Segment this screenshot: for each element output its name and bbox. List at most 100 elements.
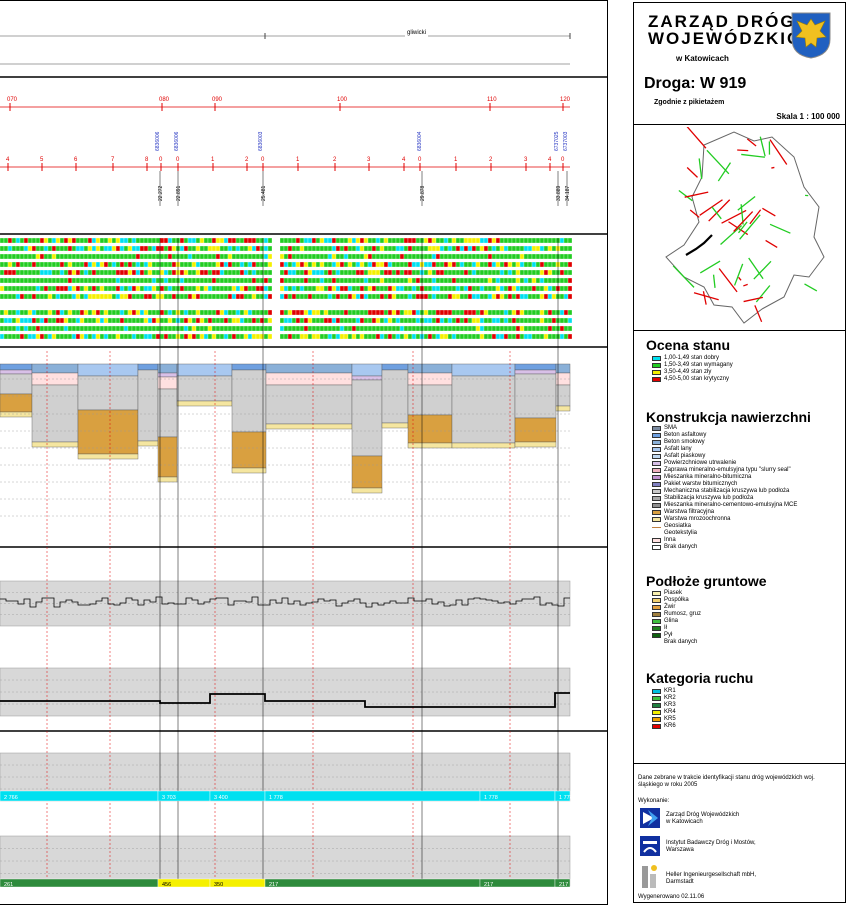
condition-cell	[315, 293, 321, 300]
condition-cell	[215, 237, 221, 244]
condition-cell	[475, 333, 481, 340]
condition-cell	[539, 293, 545, 300]
condition-cell	[263, 293, 269, 300]
condition-cell	[151, 253, 157, 260]
condition-cell	[323, 333, 329, 340]
condition-cell	[507, 285, 513, 292]
condition-cell	[227, 253, 233, 260]
construction-legend-item: Beton asfaltowy	[652, 432, 797, 439]
condition-cell	[287, 261, 293, 268]
condition-cell	[11, 309, 17, 316]
condition-cell	[87, 237, 93, 244]
condition-cell	[371, 317, 377, 324]
condition-cell	[163, 245, 169, 252]
condition-cell	[247, 285, 253, 292]
condition-cell	[499, 317, 505, 324]
condition-cell	[539, 317, 545, 324]
condition-cell	[327, 285, 333, 292]
condition-cell	[367, 309, 373, 316]
condition-cell	[27, 285, 33, 292]
condition-cell	[39, 309, 45, 316]
km-label: 5	[40, 157, 44, 163]
condition-cell	[323, 269, 329, 276]
condition-cell	[239, 325, 245, 332]
condition-cell	[75, 333, 81, 340]
construction-legend-item: Geotekstylia	[652, 530, 797, 537]
condition-cell	[351, 285, 357, 292]
km-label: 2	[245, 157, 249, 163]
condition-cell	[443, 333, 449, 340]
condition-cell	[99, 293, 105, 300]
condition-cell	[43, 261, 49, 268]
condition-cell	[127, 317, 133, 324]
condition-cell	[335, 325, 341, 332]
construction-legend-label: Pakiet warstw bitumicznych	[664, 481, 738, 487]
condition-cell	[51, 333, 57, 340]
condition-cell	[355, 293, 361, 300]
condition-cell	[79, 293, 85, 300]
condition-cell	[207, 285, 213, 292]
condition-cell	[379, 237, 385, 244]
condition-cell	[539, 333, 545, 340]
condition-cell	[159, 317, 165, 324]
condition-cell	[43, 317, 49, 324]
condition-legend-swatch	[652, 363, 661, 368]
condition-cell	[435, 277, 441, 284]
condition-cell	[67, 277, 73, 284]
condition-cell	[443, 317, 449, 324]
pavement-layer	[451, 363, 516, 377]
condition-cell	[23, 333, 29, 340]
condition-cell	[23, 309, 29, 316]
refpoint-label: 6836006	[155, 131, 161, 151]
construction-legend-swatch	[652, 538, 661, 543]
condition-cell	[327, 293, 333, 300]
condition-cell	[247, 261, 253, 268]
condition-cell	[43, 237, 49, 244]
condition-cell	[15, 317, 21, 324]
condition-cell	[15, 309, 21, 316]
condition-cell	[339, 269, 345, 276]
condition-cell	[283, 325, 289, 332]
condition-cell	[179, 253, 185, 260]
condition-cell	[543, 293, 549, 300]
condition-cell	[427, 277, 433, 284]
condition-cell	[31, 253, 37, 260]
condition-cell	[15, 333, 21, 340]
condition-legend-item: 4,50-5,00 stan krytyczny	[652, 376, 733, 383]
condition-cell	[511, 309, 517, 316]
condition-cell	[391, 293, 397, 300]
condition-cell	[547, 325, 553, 332]
condition-cell	[43, 269, 49, 276]
condition-cell	[367, 253, 373, 260]
condition-cell	[523, 237, 529, 244]
condition-cell	[219, 253, 225, 260]
condition-cell	[503, 253, 509, 260]
condition-cell	[251, 317, 257, 324]
condition-cell	[155, 309, 161, 316]
construction-legend: SMA Beton asfaltowy Beton smołowy Asfalt la…	[652, 425, 797, 551]
condition-cell	[283, 277, 289, 284]
condition-cell	[67, 245, 73, 252]
condition-cell	[27, 237, 33, 244]
condition-cell	[403, 269, 409, 276]
condition-cell	[487, 293, 493, 300]
profile-svg: 070 080 090 100 110 1206836006 6836006 6836003 6…	[0, 33, 607, 888]
subgrade-legend-item: Brak danych	[652, 639, 701, 646]
condition-cell	[471, 285, 477, 292]
condition-cell	[523, 269, 529, 276]
condition-cell	[451, 269, 457, 276]
condition-cell	[535, 325, 541, 332]
condition-cell	[547, 333, 553, 340]
km-label: 0	[418, 157, 422, 163]
condition-cell	[527, 277, 533, 284]
condition-cell	[231, 285, 237, 292]
condition-cell	[463, 325, 469, 332]
condition-cell	[495, 293, 501, 300]
condition-cell	[311, 293, 317, 300]
condition-cell	[35, 325, 41, 332]
condition-cell	[299, 317, 305, 324]
condition-cell	[203, 237, 209, 244]
condition-cell	[447, 253, 453, 260]
condition-cell	[407, 285, 413, 292]
construction-legend-label: Geosiatka	[664, 523, 692, 529]
